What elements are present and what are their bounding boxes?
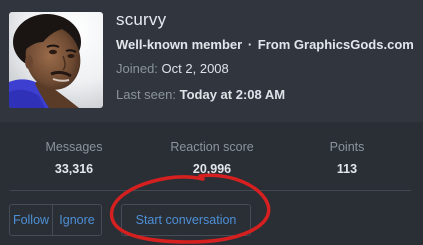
follow-button[interactable]: Follow	[10, 205, 52, 235]
last-seen-label: Last seen:	[116, 87, 176, 102]
last-seen-row: Last seen: Today at 2:08 AM	[116, 87, 285, 102]
avatar-photo	[9, 12, 103, 108]
username[interactable]: scurvy	[116, 10, 166, 30]
avatar[interactable]	[9, 12, 103, 108]
divider	[10, 190, 411, 191]
ignore-button[interactable]: Ignore	[52, 205, 101, 235]
stat-value: 20,996	[192, 162, 232, 176]
stat-label: Messages	[45, 140, 103, 154]
stat-label: Reaction score	[170, 140, 254, 154]
last-seen-time[interactable]: Today at 2:08 AM	[180, 87, 285, 102]
stat-messages: Messages 33,316	[4, 140, 144, 176]
user-location: From GraphicsGods.com	[257, 37, 414, 52]
stat-value[interactable]: 33,316	[4, 162, 144, 176]
title-separator: ·	[247, 37, 253, 52]
start-conversation-button[interactable]: Start conversation	[121, 204, 251, 236]
follow-ignore-group: Follow Ignore	[9, 204, 102, 236]
user-title: Well-known member	[116, 37, 243, 52]
stat-value[interactable]: 113	[277, 162, 417, 176]
profile-header: scurvy Well-known member · From Graphics…	[0, 0, 423, 122]
stat-label: Points	[329, 140, 365, 154]
joined-date: Oct 2, 2008	[161, 61, 229, 76]
joined-row: Joined: Oct 2, 2008	[116, 61, 229, 76]
member-stats: Messages 33,316 Reaction score 20,996 Po…	[0, 122, 423, 188]
member-tooltip-card: scurvy Well-known member · From Graphics…	[0, 0, 423, 245]
joined-label: Joined:	[116, 61, 158, 76]
user-title-line: Well-known member · From GraphicsGods.co…	[116, 37, 414, 52]
stat-reaction-score: Reaction score 20,996	[142, 140, 282, 176]
stat-points: Points 113	[277, 140, 417, 176]
